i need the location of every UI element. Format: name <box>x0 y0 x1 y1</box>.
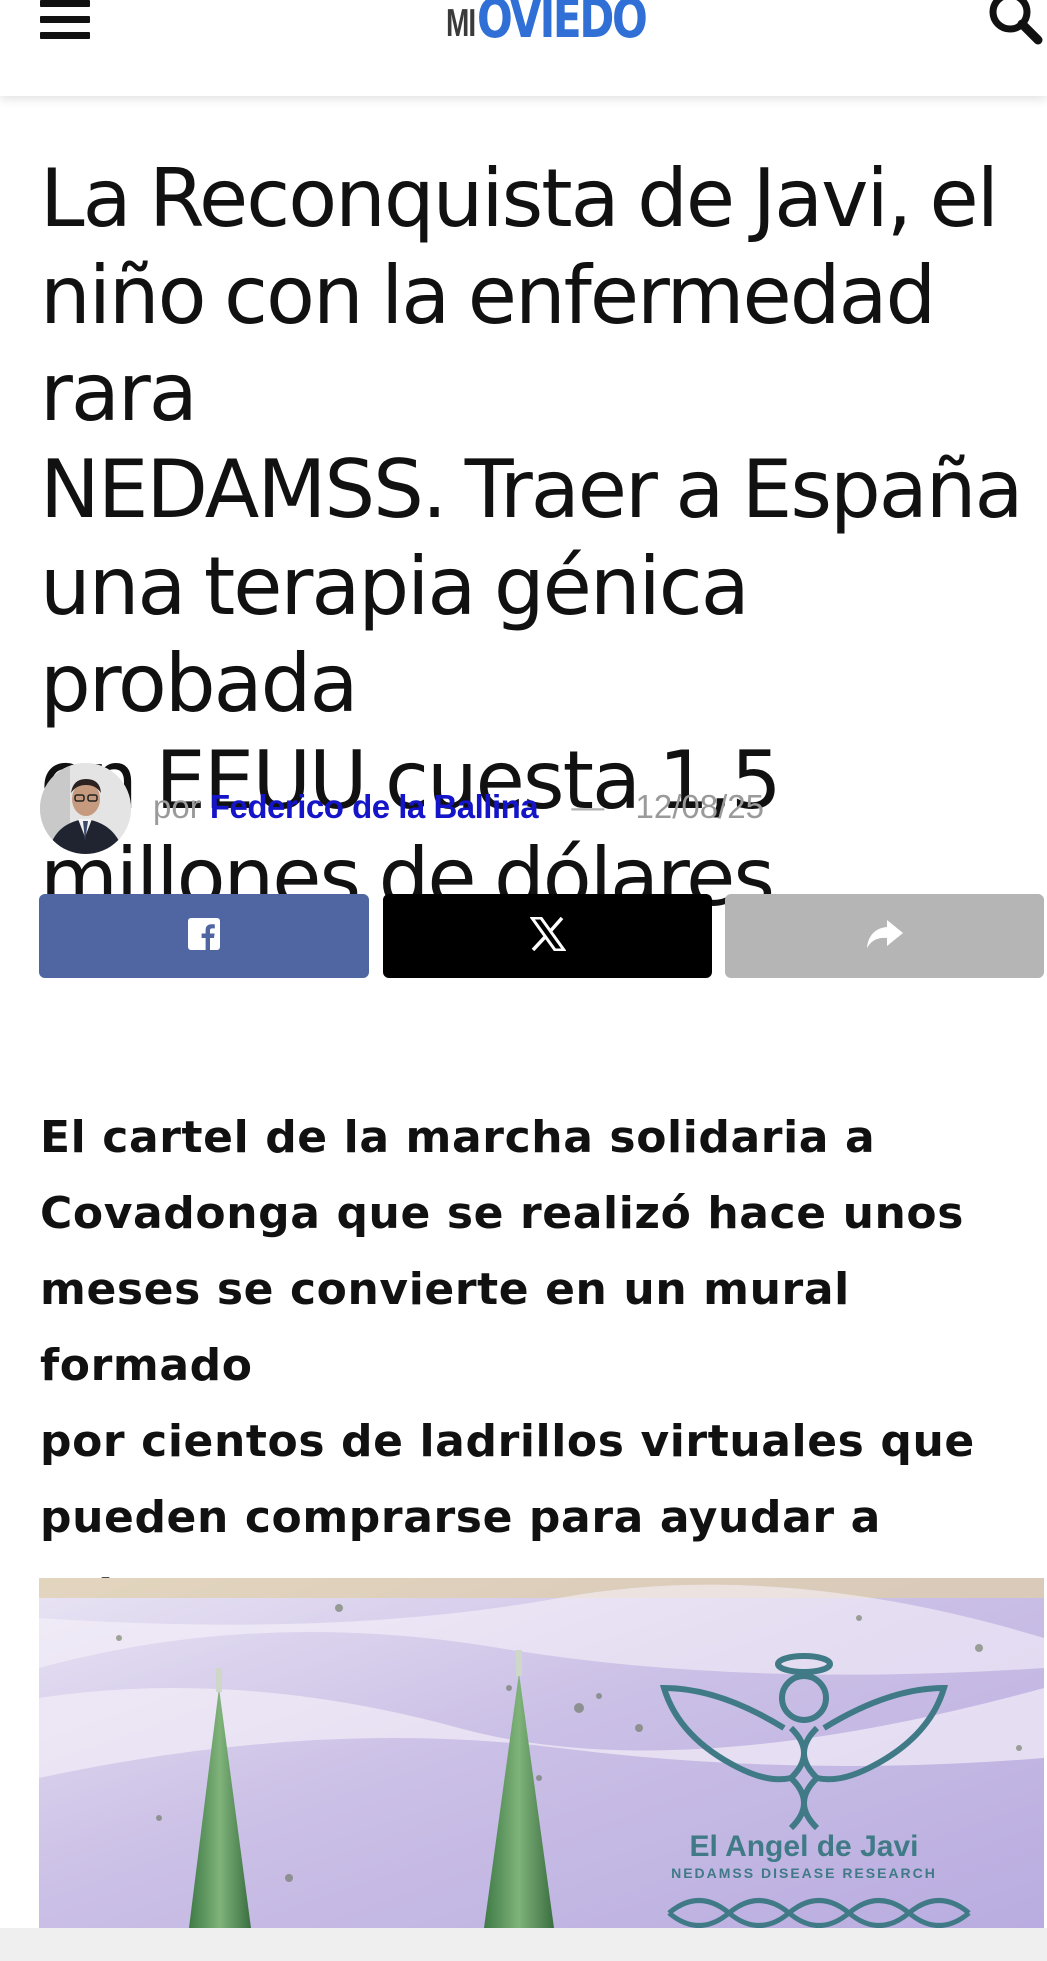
author-link[interactable]: Federico de la Ballina <box>210 788 539 825</box>
share-facebook-button[interactable] <box>39 894 369 978</box>
x-logo-icon <box>528 916 567 956</box>
site-logo[interactable]: MI OVIEDO <box>446 0 693 46</box>
image-logo-title: El Angel de Javi <box>690 1830 919 1863</box>
byline-separator: — <box>571 788 605 825</box>
byline-text: por Federico de la Ballina — 12/08/25 <box>153 787 764 827</box>
hero-image-art: El Angel de Javi NEDAMSS DISEASE RESEARC… <box>39 1578 1044 1928</box>
share-arrow-icon <box>865 918 905 955</box>
logo-name: OVIEDO <box>477 0 648 50</box>
author-avatar[interactable] <box>40 763 131 854</box>
hamburger-menu-icon[interactable] <box>40 0 90 40</box>
top-navigation-bar: MI OVIEDO <box>0 0 1047 96</box>
logo-prefix: MI <box>446 1 476 45</box>
search-icon[interactable] <box>984 0 1044 46</box>
article-hero-image: El Angel de Javi NEDAMSS DISEASE RESEARC… <box>39 1578 1044 1928</box>
share-x-button[interactable] <box>383 894 712 978</box>
share-more-button[interactable] <box>725 894 1044 978</box>
publish-date: 12/08/25 <box>635 788 764 825</box>
bottom-bar <box>0 1928 1047 1961</box>
article-byline: por Federico de la Ballina — 12/08/25 <box>40 763 1020 855</box>
facebook-icon <box>187 917 221 956</box>
byline-prefix: por <box>153 788 201 825</box>
image-logo-subtitle: NEDAMSS DISEASE RESEARCH <box>671 1865 937 1881</box>
